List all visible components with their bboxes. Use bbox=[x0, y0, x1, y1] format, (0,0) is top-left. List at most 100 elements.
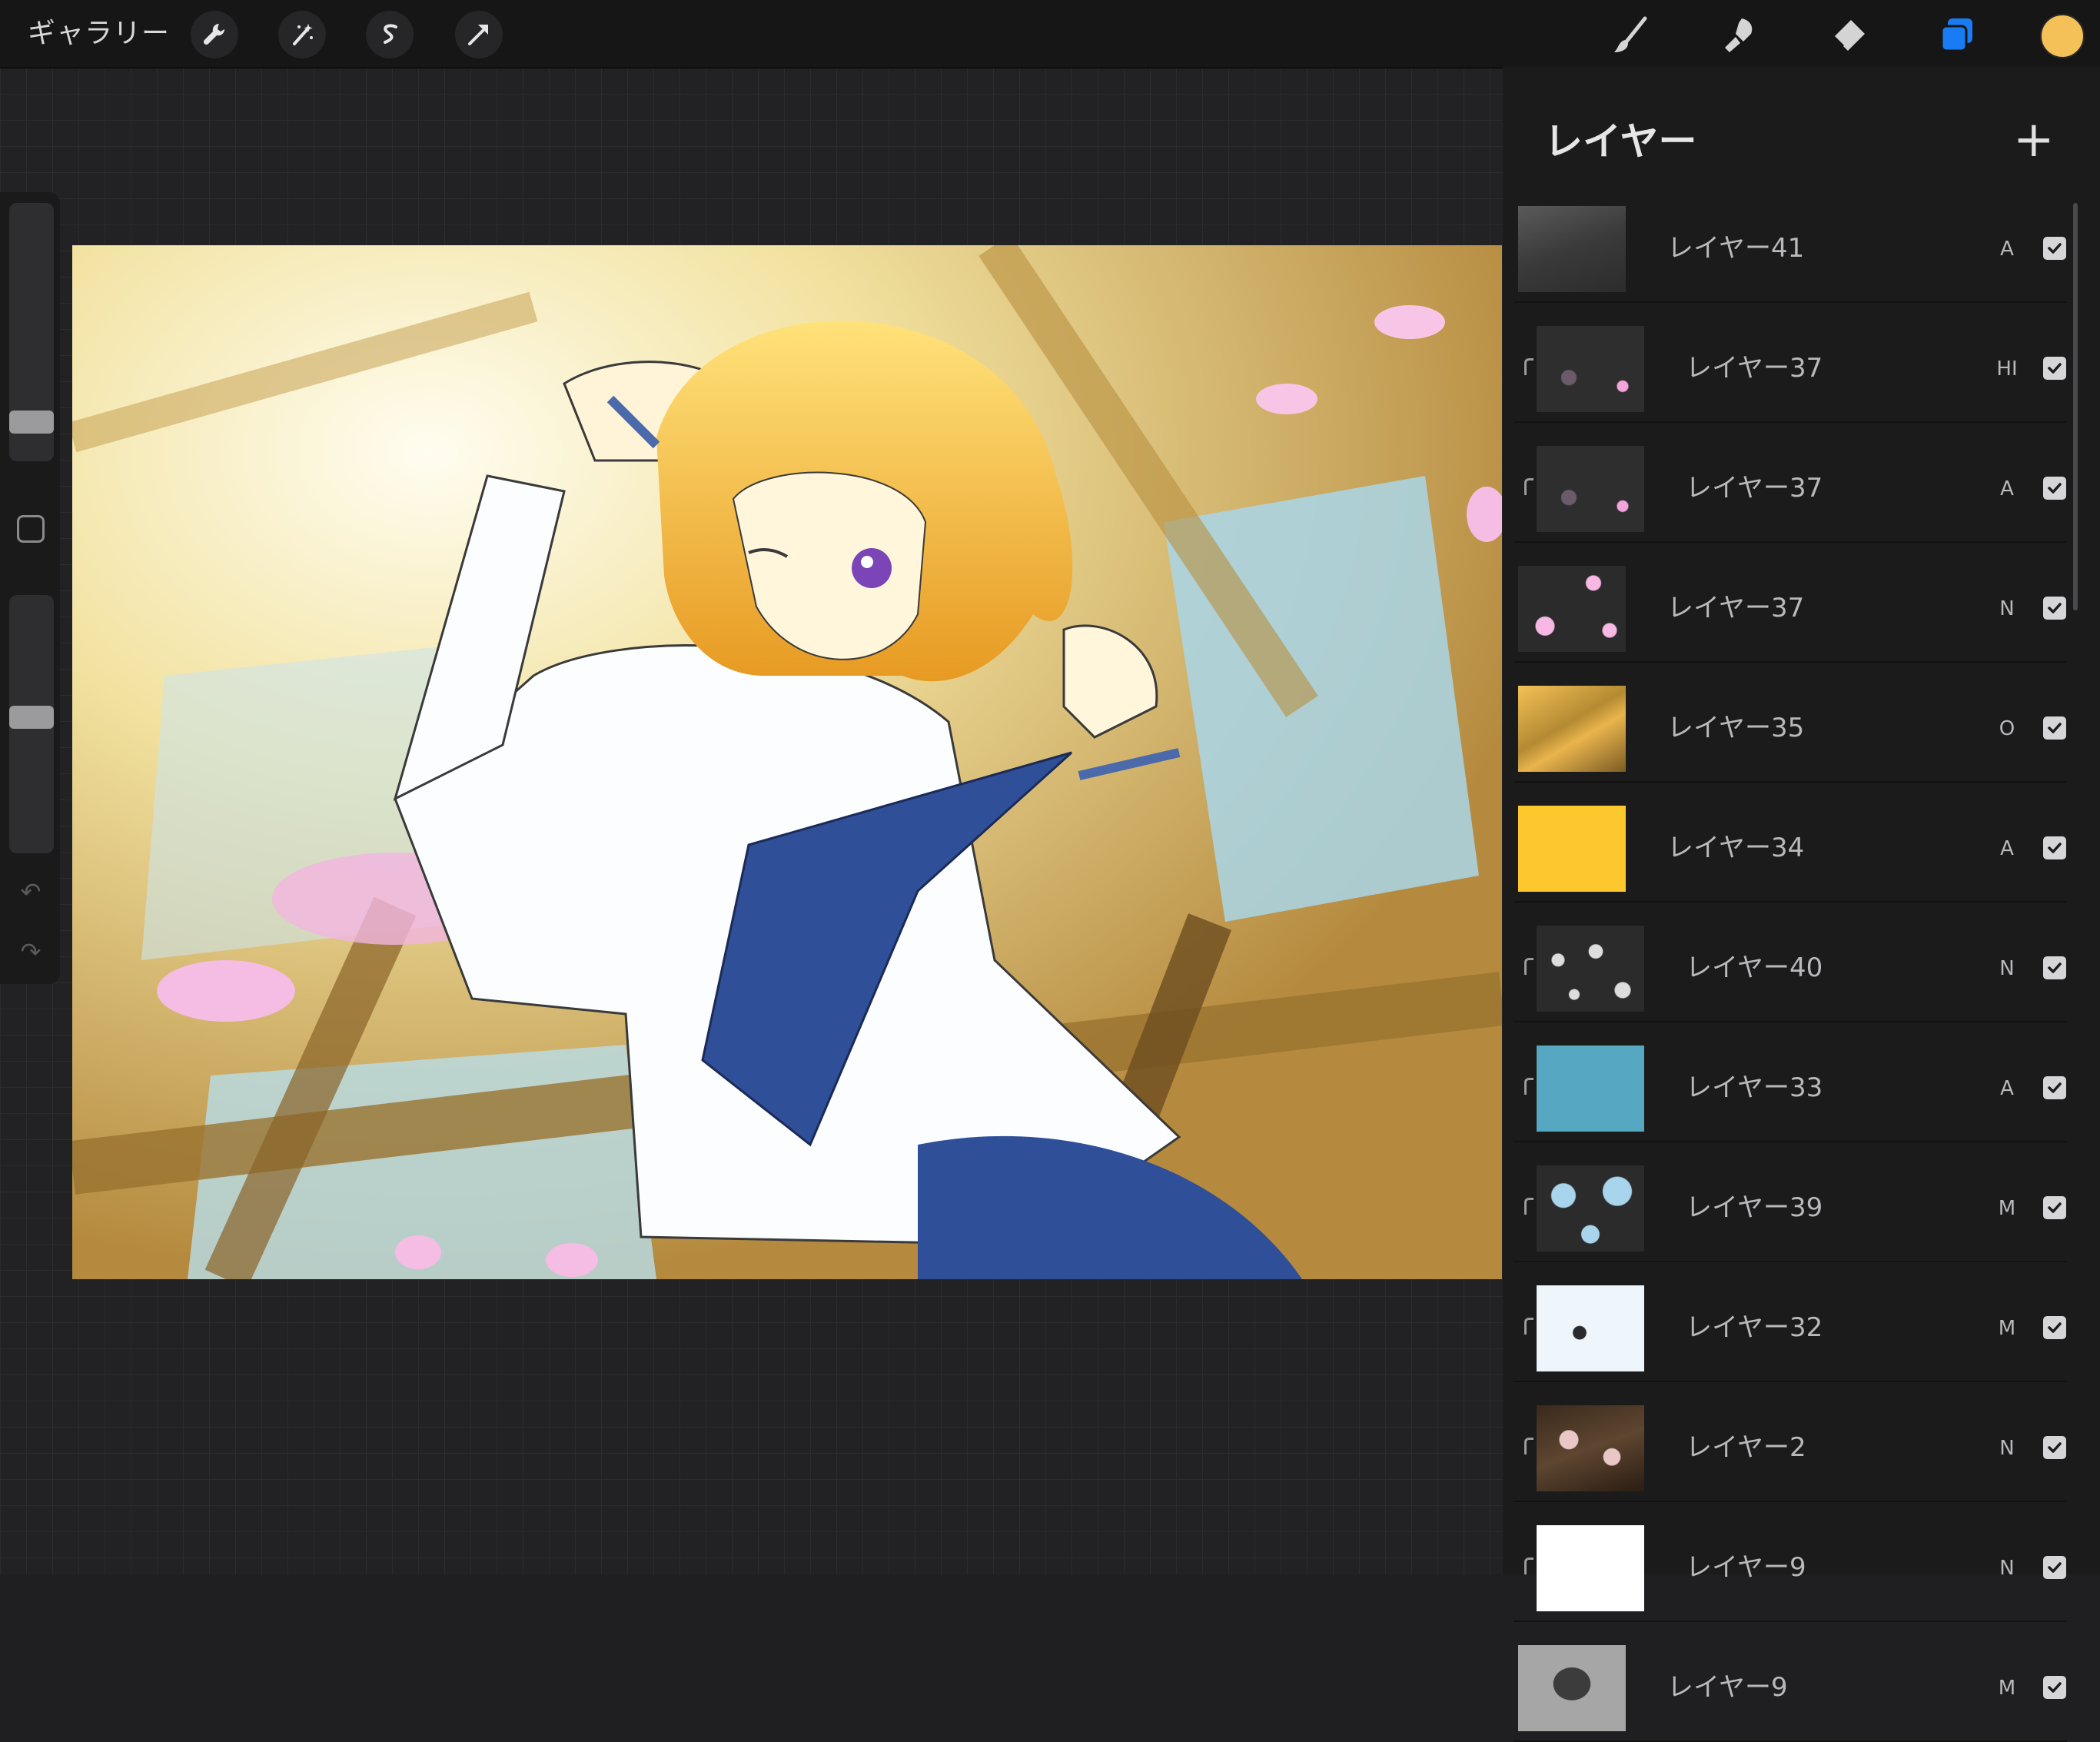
checkmark-icon bbox=[2048, 1082, 2062, 1093]
layers-icon bbox=[1940, 18, 1972, 52]
smudge-icon bbox=[1725, 18, 1753, 52]
layers-panel: レイヤー + レイヤー41 A レイヤー37 HI レイヤー37 A レイヤー37 N レイヤー… bbox=[1503, 68, 2100, 1742]
eraser-icon bbox=[1833, 20, 1865, 51]
checkmark-icon bbox=[2048, 1442, 2062, 1453]
blend-mode-button[interactable]: A bbox=[1985, 832, 2029, 866]
undo-icon[interactable]: ↶ bbox=[15, 876, 46, 907]
clipping-mask-icon bbox=[1524, 1438, 1533, 1454]
layer-visibility-checkbox[interactable] bbox=[2043, 237, 2066, 260]
brush-size-thumb[interactable] bbox=[9, 411, 54, 434]
layer-thumbnail bbox=[1537, 446, 1644, 532]
brush-button[interactable] bbox=[1607, 11, 1654, 58]
layer-row[interactable]: レイヤー39 M bbox=[1514, 1158, 2067, 1262]
modify-button[interactable] bbox=[17, 515, 45, 543]
color-picker-button[interactable] bbox=[2040, 14, 2085, 58]
blend-mode-button[interactable]: N bbox=[1985, 592, 2029, 626]
checkmark-icon bbox=[2048, 1202, 2062, 1213]
layer-row[interactable]: レイヤー37 HI bbox=[1514, 318, 2067, 423]
layer-name: レイヤー9 bbox=[1667, 1672, 1788, 1703]
eraser-button[interactable] bbox=[1823, 11, 1871, 58]
layer-row[interactable]: レイヤー9 N bbox=[1514, 1518, 2067, 1622]
blend-mode-button[interactable]: N bbox=[1985, 1431, 2029, 1465]
layer-visibility-checkbox[interactable] bbox=[2043, 1316, 2066, 1339]
blend-mode-button[interactable]: A bbox=[1985, 1072, 2029, 1105]
layer-name: レイヤー37 bbox=[1686, 353, 1823, 384]
blend-mode-button[interactable]: N bbox=[1985, 952, 2029, 986]
checkmark-icon bbox=[2048, 723, 2062, 733]
opacity-thumb[interactable] bbox=[9, 706, 54, 729]
layer-row[interactable]: レイヤー33 A bbox=[1514, 1038, 2067, 1142]
selection-button[interactable] bbox=[366, 11, 414, 58]
checkmark-icon bbox=[2048, 843, 2062, 853]
layer-visibility-checkbox[interactable] bbox=[2043, 716, 2066, 740]
redo-icon[interactable]: ↷ bbox=[15, 936, 46, 967]
layer-row[interactable]: レイヤー37 A bbox=[1514, 438, 2067, 543]
transform-button[interactable] bbox=[455, 11, 503, 58]
layer-visibility-checkbox[interactable] bbox=[2043, 1076, 2066, 1099]
clipping-mask-icon bbox=[1524, 478, 1533, 495]
layer-row[interactable]: レイヤー2 N bbox=[1514, 1398, 2067, 1502]
layer-row[interactable]: レイヤー9 M bbox=[1514, 1637, 2067, 1742]
layer-row[interactable]: レイヤー41 A bbox=[1514, 198, 2067, 303]
checkmark-icon bbox=[2048, 363, 2062, 374]
smudge-button[interactable] bbox=[1714, 11, 1762, 58]
layer-name: レイヤー34 bbox=[1667, 833, 1805, 863]
blend-mode-button[interactable]: HI bbox=[1985, 352, 2029, 386]
checkmark-icon bbox=[2048, 603, 2062, 613]
wrench-icon bbox=[203, 23, 225, 45]
adjustments-button[interactable] bbox=[278, 11, 326, 58]
layer-visibility-checkbox[interactable] bbox=[2043, 836, 2066, 859]
layer-name: レイヤー40 bbox=[1686, 952, 1823, 983]
layer-thumbnail bbox=[1537, 1046, 1644, 1132]
layer-row[interactable]: レイヤー40 N bbox=[1514, 918, 2067, 1022]
layer-visibility-checkbox[interactable] bbox=[2043, 1556, 2066, 1579]
layer-name: レイヤー41 bbox=[1667, 233, 1805, 264]
layer-visibility-checkbox[interactable] bbox=[2043, 597, 2066, 620]
layer-thumbnail bbox=[1537, 1525, 1644, 1611]
blend-mode-button[interactable]: M bbox=[1985, 1311, 2029, 1345]
layer-row[interactable]: レイヤー34 A bbox=[1514, 798, 2067, 903]
blend-mode-button[interactable]: N bbox=[1985, 1551, 2029, 1585]
layer-name: レイヤー2 bbox=[1686, 1432, 1806, 1463]
layer-visibility-checkbox[interactable] bbox=[2043, 956, 2066, 979]
clipping-mask-icon bbox=[1524, 1557, 1533, 1574]
layer-thumbnail bbox=[1518, 206, 1626, 292]
layer-row[interactable]: レイヤー37 N bbox=[1514, 558, 2067, 663]
actions-button[interactable] bbox=[191, 11, 238, 58]
layer-visibility-checkbox[interactable] bbox=[2043, 477, 2066, 500]
blend-mode-button[interactable]: M bbox=[1985, 1671, 2029, 1705]
layer-visibility-checkbox[interactable] bbox=[2043, 1676, 2066, 1699]
checkmark-icon bbox=[2048, 962, 2062, 973]
add-layer-button[interactable]: + bbox=[2013, 115, 2055, 165]
checkmark-icon bbox=[2048, 1322, 2062, 1333]
layer-name: レイヤー32 bbox=[1686, 1312, 1823, 1343]
brush-icon bbox=[1614, 16, 1647, 52]
checkmark-icon bbox=[2048, 1562, 2062, 1573]
artwork-canvas[interactable] bbox=[72, 245, 1502, 1279]
layer-name: レイヤー37 bbox=[1667, 593, 1805, 623]
artwork-illustration bbox=[72, 245, 1502, 1279]
clipping-mask-icon bbox=[1524, 1318, 1533, 1335]
layer-row[interactable]: レイヤー35 O bbox=[1514, 678, 2067, 783]
layers-button[interactable] bbox=[1932, 11, 1980, 58]
blend-mode-button[interactable]: M bbox=[1985, 1192, 2029, 1225]
magic-wand-icon bbox=[293, 24, 313, 45]
blend-mode-button[interactable]: O bbox=[1985, 712, 2029, 746]
layer-name: レイヤー35 bbox=[1667, 713, 1805, 743]
layer-visibility-checkbox[interactable] bbox=[2043, 1436, 2066, 1459]
clipping-mask-icon bbox=[1524, 1078, 1533, 1095]
layer-visibility-checkbox[interactable] bbox=[2043, 357, 2066, 380]
layer-visibility-checkbox[interactable] bbox=[2043, 1196, 2066, 1219]
gallery-button[interactable]: ギャラリー bbox=[28, 15, 170, 52]
blend-mode-button[interactable]: A bbox=[1985, 232, 2029, 266]
clipping-mask-icon bbox=[1524, 1198, 1533, 1215]
clipping-mask-icon bbox=[1524, 358, 1533, 375]
layer-row[interactable]: レイヤー32 M bbox=[1514, 1278, 2067, 1382]
layer-thumbnail bbox=[1537, 326, 1644, 412]
layer-thumbnail bbox=[1537, 1285, 1644, 1371]
layer-thumbnail bbox=[1518, 1645, 1626, 1731]
layers-scrollbar[interactable] bbox=[2073, 203, 2078, 610]
blend-mode-button[interactable]: A bbox=[1985, 472, 2029, 506]
layer-thumbnail bbox=[1518, 806, 1626, 892]
layers-panel-title: レイヤー bbox=[1544, 119, 1697, 164]
